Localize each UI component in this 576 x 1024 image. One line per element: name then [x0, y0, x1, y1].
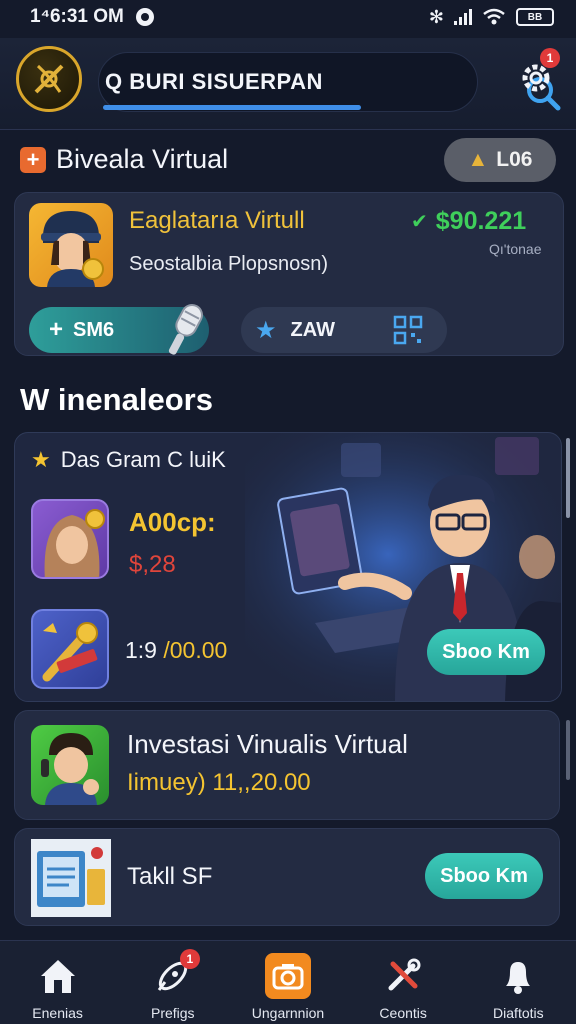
camera-icon [264, 953, 311, 999]
featured-label: A00cp: [129, 507, 216, 537]
search-bar[interactable]: Q BURI SISUERPAN [98, 52, 561, 112]
avatar [31, 499, 109, 579]
tools-value: 1:9 /00.00 [125, 637, 227, 664]
section1-title-text: Biveala Virtual [56, 144, 229, 174]
featured-value: $,28 [129, 551, 176, 578]
featured-card[interactable]: ★ Das Gram C luiK A00cp: $,28 1:9 /00.00… [14, 432, 562, 702]
wifi-icon [483, 8, 505, 25]
nav-item-rocket[interactable]: 1 Prefigs [115, 941, 230, 1024]
account-name: Eaglatarıa Virtull [129, 207, 305, 234]
add-button[interactable]: + SM6 [29, 303, 209, 355]
investment-card[interactable]: Investasi Vinualis Virtual Iimuey) 11,,2… [14, 710, 560, 820]
character-avatar-icon [41, 733, 99, 805]
notification-badge: 1 [540, 48, 560, 68]
star-icon: ★ [255, 316, 277, 344]
scrollbar[interactable] [566, 438, 570, 518]
status-notification-icon [135, 8, 154, 26]
featured-heading: ★ Das Gram C luiK [31, 447, 226, 473]
avatar [29, 203, 113, 287]
tools-icon [380, 953, 426, 999]
crest-icon [34, 64, 64, 94]
featured-action-button[interactable]: Sboo Km [427, 629, 545, 675]
nav-item-bell[interactable]: Diaftotis [461, 941, 576, 1024]
camera-tile [264, 953, 311, 999]
account-card[interactable]: Eaglatarıa Virtull Seostalbia Plopsnosn)… [14, 192, 564, 356]
add-button-label: SM6 [73, 318, 115, 341]
tools-icon [42, 622, 98, 682]
check-icon: ✔ [411, 211, 428, 233]
woman-avatar-icon [41, 211, 104, 287]
section-title-virtual: + Biveala Virtual [20, 144, 228, 175]
tools-amount: /00.00 [163, 637, 228, 663]
search-input[interactable]: Q BURI SISUERPAN [105, 69, 323, 95]
nav-badge: 1 [179, 949, 200, 969]
scrollbar-secondary[interactable] [566, 720, 570, 780]
account-subtitle: Seostalbia Plopsnosn) [129, 253, 329, 275]
nav-item-home[interactable]: Enenias [0, 941, 115, 1024]
search-progress [103, 105, 361, 110]
settings-button[interactable]: 1 [512, 48, 560, 102]
nav-label: Ceontis [379, 1005, 427, 1021]
hijab-avatar-icon [44, 509, 105, 577]
microphone-icon [168, 303, 203, 355]
takll-title: Takll SF [127, 863, 213, 890]
bottom-nav: Enenias 1 Prefigs Ungarnnion Ceontis Dia… [0, 940, 576, 1024]
plus-icon: + [20, 146, 46, 173]
zaw-button[interactable]: ★ ZAW [241, 307, 447, 353]
takll-action-button[interactable]: Sboo Km [425, 853, 543, 899]
status-time: 1⁴6:31 OM [30, 6, 124, 27]
account-balance: ✔ $90.221 [411, 207, 526, 236]
tools-thumbnail [31, 609, 109, 689]
plus-icon: + [49, 316, 64, 343]
bell-icon [495, 953, 541, 999]
nav-label: Enenias [32, 1005, 83, 1021]
takll-thumbnail [31, 839, 111, 917]
book-icon [37, 847, 105, 907]
signal-icon [454, 9, 472, 25]
status-bar: 1⁴6:31 OM ✻ BB [0, 0, 576, 34]
tools-prefix: 1:9 [125, 637, 157, 663]
log-button[interactable]: ▲ L06 [444, 138, 556, 182]
log-button-label: L06 [496, 148, 533, 171]
featured-heading-text: Das Gram C luiK [60, 447, 226, 472]
rocket-icon: 1 [150, 949, 200, 999]
app-header: Q BURI SISUERPAN 1 [0, 38, 576, 130]
nav-item-tools[interactable]: Ceontis [346, 941, 461, 1024]
home-icon [35, 953, 81, 999]
vibrate-icon: ✻ [428, 6, 444, 27]
nav-label: Ungarnnion [251, 1005, 325, 1021]
nav-label: Diaftotis [493, 1005, 544, 1021]
nav-item-camera[interactable]: Ungarnnion [230, 941, 345, 1024]
star-icon: ★ [31, 447, 51, 472]
zaw-button-label: ZAW [290, 318, 335, 341]
takll-card[interactable]: Takll SF Sboo Km [14, 828, 560, 926]
qr-code-icon [393, 315, 423, 345]
investment-title: Investasi Vinualis Virtual [127, 729, 408, 759]
balance-value: $90.221 [435, 207, 527, 235]
avatar [31, 725, 109, 805]
balance-meta: Qı'tonae [489, 241, 542, 257]
thumb-icon: ▲ [467, 148, 489, 171]
section-title-winners: W inenaleors [20, 382, 213, 417]
battery-icon: BB [516, 8, 554, 26]
nav-label: Prefigs [150, 1005, 195, 1021]
investment-value: Iimuey) 11,,20.00 [127, 769, 311, 796]
app-logo[interactable] [16, 46, 82, 112]
